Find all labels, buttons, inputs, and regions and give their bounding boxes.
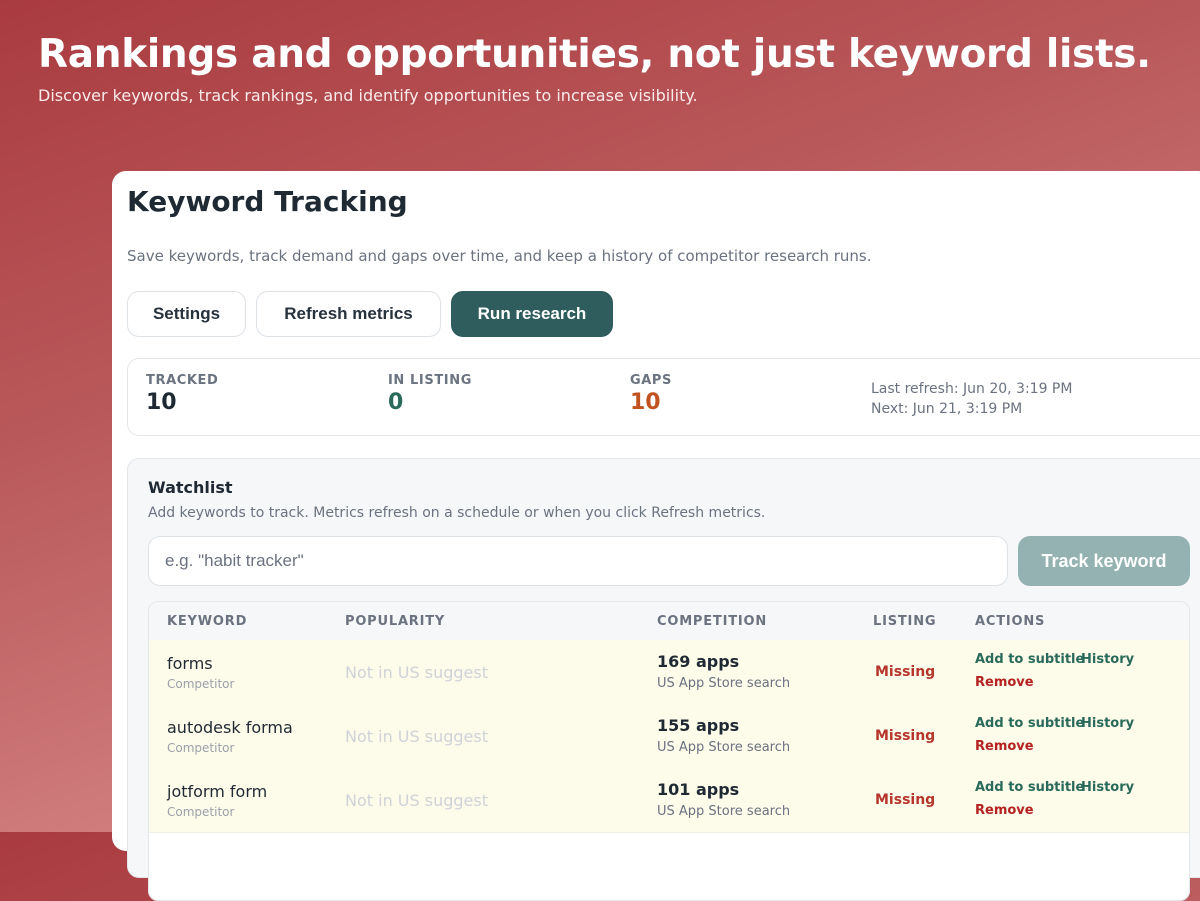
stat-tracked-value: 10 [146,390,177,415]
keyword-name: forms [167,654,213,673]
refresh-metrics-button[interactable]: Refresh metrics [256,291,441,337]
history-link[interactable]: History [1081,652,1134,667]
page-title: Keyword Tracking [127,185,408,218]
keyword-source: Competitor [167,741,235,755]
add-to-subtitle-link[interactable]: Add to subtitle [975,652,1084,667]
stat-gaps: GAPS 10 [630,373,672,415]
history-link[interactable]: History [1081,780,1134,795]
popularity-value: Not in US suggest [345,663,488,682]
keyword-input[interactable] [148,536,1008,586]
refresh-schedule: Last refresh: Jun 20, 3:19 PM Next: Jun … [871,379,1072,419]
keyword-table: KEYWORD POPULARITY COMPETITION LISTING A… [148,601,1190,901]
keyword-source: Competitor [167,677,235,691]
keyword-name: autodesk forma [167,718,293,737]
popularity-value: Not in US suggest [345,791,488,810]
remove-link[interactable]: Remove [975,739,1034,754]
table-header: KEYWORD POPULARITY COMPETITION LISTING A… [149,602,1189,641]
column-listing: LISTING [873,614,937,629]
competition-source: US App Store search [657,676,791,691]
add-to-subtitle-link[interactable]: Add to subtitle [975,716,1084,731]
history-link[interactable]: History [1081,716,1134,731]
run-research-button[interactable]: Run research [451,291,613,337]
table-row: forms Competitor Not in US suggest 169 a… [149,640,1189,705]
stat-gaps-label: GAPS [630,373,673,388]
stat-tracked: TRACKED 10 [146,373,218,415]
watchlist-title: Watchlist [148,478,233,497]
settings-button[interactable]: Settings [127,291,246,337]
watchlist-description: Add keywords to track. Metrics refresh o… [148,505,766,521]
column-keyword: KEYWORD [167,614,248,629]
page-description: Save keywords, track demand and gaps ove… [127,247,872,265]
track-keyword-button[interactable]: Track keyword [1018,536,1190,586]
listing-status: Missing [875,728,936,744]
competition-source: US App Store search [657,740,791,755]
add-to-subtitle-link[interactable]: Add to subtitle [975,780,1084,795]
stat-gaps-value: 10 [630,390,661,415]
listing-status: Missing [875,664,936,680]
competition-source: US App Store search [657,804,791,819]
competition-value: 101 apps [657,780,740,799]
popularity-value: Not in US suggest [345,727,488,746]
column-competition: COMPETITION [657,614,768,629]
stat-in-listing: IN LISTING 0 [388,373,472,415]
column-actions: ACTIONS [975,614,1046,629]
last-refresh-text: Last refresh: Jun 20, 3:19 PM [871,381,1073,397]
table-row: autodesk forma Competitor Not in US sugg… [149,704,1189,769]
competition-value: 169 apps [657,652,740,671]
table-row: jotform form Competitor Not in US sugges… [149,768,1189,833]
column-popularity: POPULARITY [345,614,446,629]
hero-title: Rankings and opportunities, not just key… [38,32,1151,77]
keyword-source: Competitor [167,805,235,819]
watchlist-section: Watchlist Add keywords to track. Metrics… [127,458,1200,901]
keyword-name: jotform form [167,782,268,801]
stat-tracked-label: TRACKED [146,373,219,388]
remove-link[interactable]: Remove [975,675,1034,690]
hero-subtitle: Discover keywords, track rankings, and i… [38,86,698,105]
stats-card: TRACKED 10 IN LISTING 0 GAPS 10 Last ref… [127,358,1200,436]
listing-status: Missing [875,792,936,808]
remove-link[interactable]: Remove [975,803,1034,818]
next-refresh-text: Next: Jun 21, 3:19 PM [871,401,1023,417]
keyword-tracking-panel: Keyword Tracking Save keywords, track de… [112,171,1200,901]
stat-in-listing-value: 0 [388,390,404,415]
competition-value: 155 apps [657,716,740,735]
stat-in-listing-label: IN LISTING [388,373,472,388]
